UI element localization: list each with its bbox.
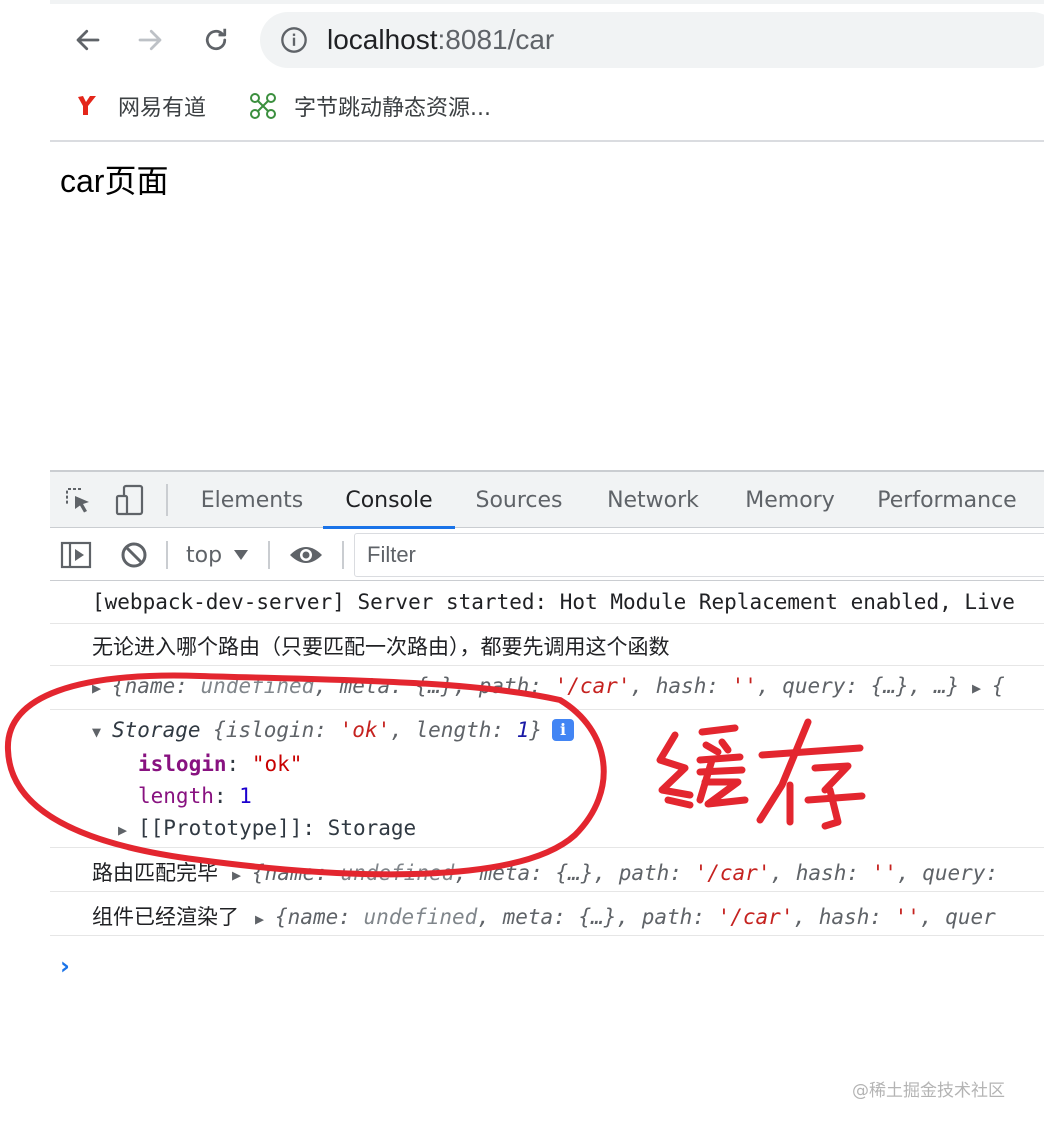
filter-input[interactable] bbox=[354, 533, 1044, 577]
context-label: top bbox=[186, 542, 223, 568]
toolbar-divider bbox=[342, 541, 344, 569]
expand-triangle-icon[interactable]: ▶ bbox=[118, 821, 138, 839]
storage-object[interactable]: ▼ Storage {islogin: 'ok', length: 1} i isl… bbox=[50, 710, 1044, 848]
address-bar[interactable]: localhost:8081/car bbox=[260, 12, 1044, 68]
tab-strip-edge bbox=[50, 0, 1044, 4]
reload-button[interactable] bbox=[194, 18, 238, 62]
device-mode-icon bbox=[115, 484, 144, 516]
console-messages: [webpack-dev-server] Server started: Hot… bbox=[50, 582, 1044, 1128]
expand-triangle-icon[interactable]: ▶ bbox=[92, 679, 112, 697]
eye-icon bbox=[290, 547, 322, 563]
inspect-cursor-icon bbox=[66, 488, 89, 513]
expand-triangle-icon[interactable]: ▶ bbox=[972, 679, 992, 697]
console-message: [webpack-dev-server] Server started: Hot… bbox=[50, 582, 1044, 624]
forward-button[interactable] bbox=[128, 18, 172, 62]
bookmark-label: 网易有道 bbox=[118, 96, 207, 121]
tab-network[interactable]: Network bbox=[588, 472, 718, 528]
window-edge bbox=[0, 0, 50, 1128]
console-message[interactable]: 组件已经渲染了 ▶ {name: undefined, meta: {…}, pat… bbox=[50, 892, 1044, 936]
storage-prop-islogin: islogin: "ok" bbox=[138, 752, 303, 776]
storage-prototype[interactable]: ▶ [[Prototype]]: Storage bbox=[118, 816, 416, 840]
browser-chrome: localhost:8081/car 网易有道 字节跳动静态资源... bbox=[0, 0, 1044, 142]
inspect-element-button[interactable] bbox=[60, 482, 96, 518]
url-host: localhost bbox=[327, 24, 438, 55]
sidebar-toggle-button[interactable] bbox=[58, 537, 94, 573]
youdao-icon bbox=[78, 96, 96, 115]
log-text: 路由匹配完毕 ▶ {name: undefined, meta: {…}, path… bbox=[92, 861, 999, 885]
log-text: 无论进入哪个路由（只要匹配一次路由），都要先调用这个函数 bbox=[92, 635, 670, 659]
device-toggle-button[interactable] bbox=[112, 482, 148, 518]
log-text: 组件已经渲染了 ▶ {name: undefined, meta: {…}, pat… bbox=[92, 905, 996, 929]
live-expression-button[interactable] bbox=[286, 537, 326, 573]
sidebar-play-icon bbox=[60, 541, 92, 569]
tab-sources[interactable]: Sources bbox=[457, 472, 581, 528]
back-button[interactable] bbox=[66, 18, 110, 62]
reload-icon bbox=[205, 28, 227, 51]
tab-memory[interactable]: Memory bbox=[726, 472, 854, 528]
url-path: :8081/car bbox=[437, 24, 555, 55]
tab-performance[interactable]: Performance bbox=[862, 472, 1032, 528]
clear-console-button[interactable] bbox=[116, 537, 152, 573]
console-toolbar: top bbox=[50, 529, 1044, 581]
watermark: @稀土掘金技术社区 bbox=[852, 1081, 1005, 1101]
bytedance-node-icon bbox=[250, 93, 276, 119]
toolbar-divider bbox=[166, 484, 168, 516]
expand-triangle-icon[interactable]: ▶ bbox=[232, 866, 252, 884]
arrow-left-icon bbox=[76, 29, 100, 51]
tab-console[interactable]: Console bbox=[323, 472, 455, 529]
info-icon[interactable] bbox=[280, 26, 308, 54]
page-title: car页面 bbox=[60, 163, 169, 199]
info-badge-icon[interactable]: i bbox=[551, 719, 574, 741]
clear-block-icon bbox=[121, 542, 147, 568]
chrome-divider bbox=[50, 140, 1044, 142]
toolbar-divider bbox=[268, 541, 270, 569]
expand-triangle-icon[interactable]: ▶ bbox=[255, 910, 275, 928]
arrow-right-icon bbox=[138, 29, 162, 51]
storage-header[interactable]: ▼ Storage {islogin: 'ok', length: 1} i bbox=[92, 718, 574, 742]
devtools-tab-bar: Elements Console Sources Network Memory … bbox=[50, 472, 1044, 529]
context-selector[interactable]: top bbox=[186, 537, 249, 573]
url-text: localhost:8081/car bbox=[327, 24, 554, 56]
bookmark-label: 字节跳动静态资源... bbox=[294, 96, 491, 121]
collapse-triangle-icon[interactable]: ▼ bbox=[92, 723, 112, 741]
bookmark-bytedance[interactable]: 字节跳动静态资源... bbox=[248, 88, 491, 124]
storage-prop-length: length: 1 bbox=[138, 784, 252, 808]
console-message[interactable]: 路由匹配完毕 ▶ {name: undefined, meta: {…}, path… bbox=[50, 848, 1044, 892]
console-message[interactable]: ▶ {name: undefined, meta: {…}, path: '/ca… bbox=[50, 666, 1044, 710]
tab-elements[interactable]: Elements bbox=[186, 472, 318, 528]
toolbar-divider bbox=[166, 541, 168, 569]
route-object-preview[interactable]: ▶ {name: undefined, meta: {…}, path: '/ca… bbox=[92, 674, 1005, 698]
log-text: [webpack-dev-server] Server started: Hot… bbox=[92, 590, 1015, 614]
console-message: 无论进入哪个路由（只要匹配一次路由），都要先调用这个函数 bbox=[50, 624, 1044, 666]
devtools-panel: Elements Console Sources Network Memory … bbox=[50, 470, 1044, 1128]
bookmarks-bar: 网易有道 字节跳动静态资源... bbox=[50, 82, 1044, 128]
dropdown-triangle-icon bbox=[234, 550, 249, 560]
bookmark-youdao[interactable]: 网易有道 bbox=[74, 88, 206, 124]
console-prompt-chevron-icon[interactable]: › bbox=[60, 952, 70, 980]
